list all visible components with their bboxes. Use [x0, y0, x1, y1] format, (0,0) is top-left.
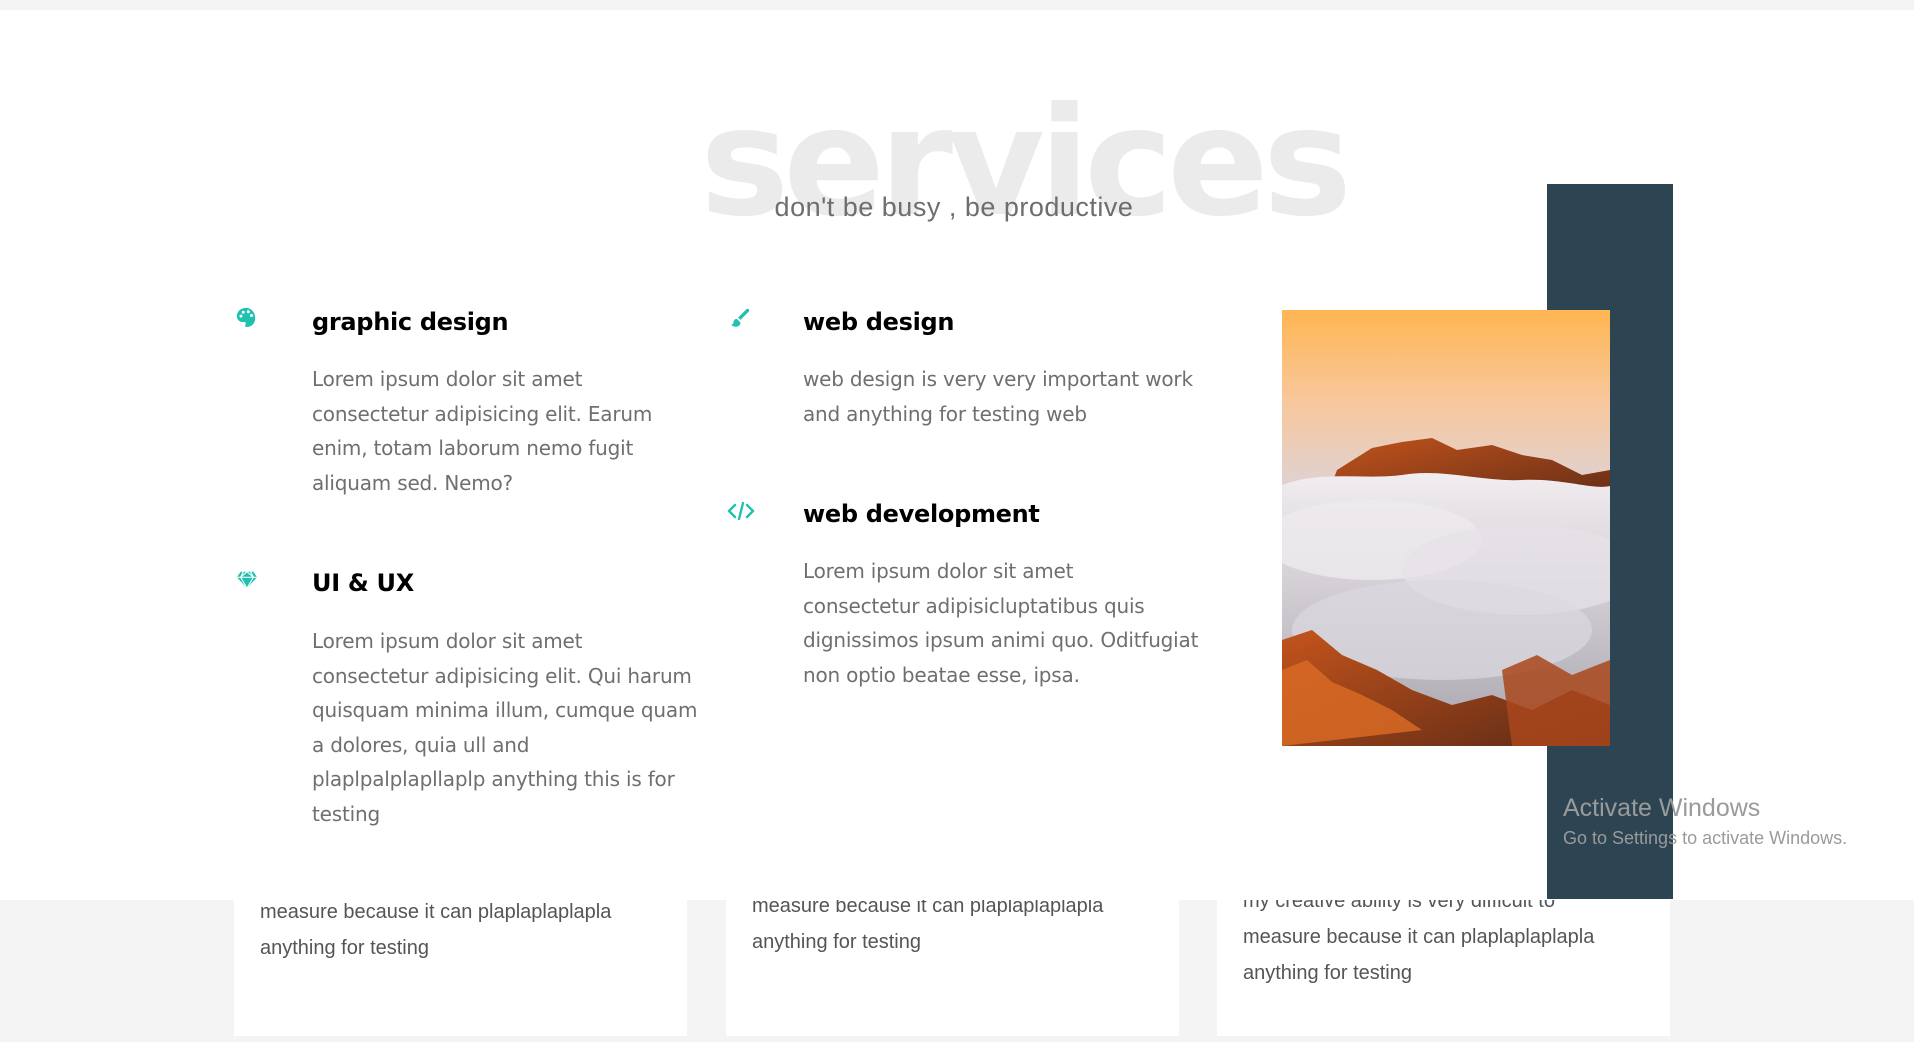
card: measure because it can plaplaplaplapla a… [234, 900, 687, 1036]
card-text-line: measure because it can plaplaplaplapla [260, 901, 612, 923]
service-description-line: web design is very very important work [803, 367, 1193, 391]
service-description-line: enim, totam laborum nemo fugit [312, 436, 634, 460]
card: my creative ability is very difficult to… [1217, 900, 1670, 1036]
card-text: measure because it can plaplaplaplapla a… [752, 900, 1162, 960]
service-title: web design [803, 308, 955, 336]
code-icon [727, 500, 755, 526]
testimonials-band: measure because it can plaplaplaplapla a… [0, 900, 1914, 1042]
service-title: graphic design [312, 308, 509, 336]
top-strip [0, 0, 1914, 10]
service-description-line: Lorem ipsum dolor sit amet [803, 559, 1074, 583]
windows-activation-watermark: Activate Windows Go to Settings to activ… [1563, 793, 1847, 851]
service-description: web design is very very important work a… [803, 362, 1193, 431]
service-description: Lorem ipsum dolor sit amet consectetur a… [803, 554, 1198, 692]
card-text-line: my creative ability is very difficult to [1243, 900, 1555, 912]
palette-icon [235, 306, 261, 332]
brush-icon [729, 307, 755, 333]
services-photo [1282, 310, 1610, 746]
service-description-line: Lorem ipsum dolor sit amet [312, 629, 583, 653]
service-description-line: quisquam minima illum, cumque quam [312, 698, 698, 722]
service-description-line: a dolores, quia ull and [312, 732, 530, 757]
service-description-line: and anything for testing web [803, 401, 1087, 426]
service-description-line: plaplpalplapllaplp anything this is for [312, 767, 675, 791]
services-subtitle: don't be busy , be productive [774, 192, 1134, 222]
service-title: UI & UX [312, 569, 414, 597]
service-description: Lorem ipsum dolor sit amet consectetur a… [312, 362, 652, 500]
service-description-line: consectetur adipisicing elit. Qui harum [312, 663, 692, 688]
service-description-line: consectetur adipisicing elit. Earum [312, 401, 653, 426]
card-text-line: anything for testing [1243, 962, 1412, 984]
card-text: my creative ability is very difficult to… [1243, 900, 1653, 991]
watermark-title: Activate Windows [1563, 794, 1761, 822]
service-description-line: testing [312, 801, 380, 826]
service-description-line: consectetur adipisicluptatibus quis [803, 593, 1145, 618]
service-description-line: dignissimos ipsum animi quo. Oditfugiat [803, 628, 1199, 652]
watermark-subtitle: Go to Settings to activate Windows. [1563, 828, 1848, 848]
service-description-line: Lorem ipsum dolor sit amet [312, 367, 583, 391]
service-description-line: aliquam sed. Nemo? [312, 470, 513, 495]
card: measure because it can plaplaplaplapla a… [726, 900, 1179, 1036]
card-text: measure because it can plaplaplaplapla a… [260, 900, 670, 966]
gem-icon [236, 570, 262, 596]
service-description: Lorem ipsum dolor sit amet consectetur a… [312, 624, 697, 831]
service-title: web development [803, 500, 1040, 528]
card-text-line: anything for testing [260, 937, 429, 959]
card-text-line: measure because it can plaplaplaplapla [752, 900, 1104, 917]
service-description-line: non optio beatae esse, ipsa. [803, 662, 1080, 687]
card-text-line: anything for testing [752, 931, 921, 953]
card-text-line: measure because it can plaplaplaplapla [1243, 926, 1595, 948]
